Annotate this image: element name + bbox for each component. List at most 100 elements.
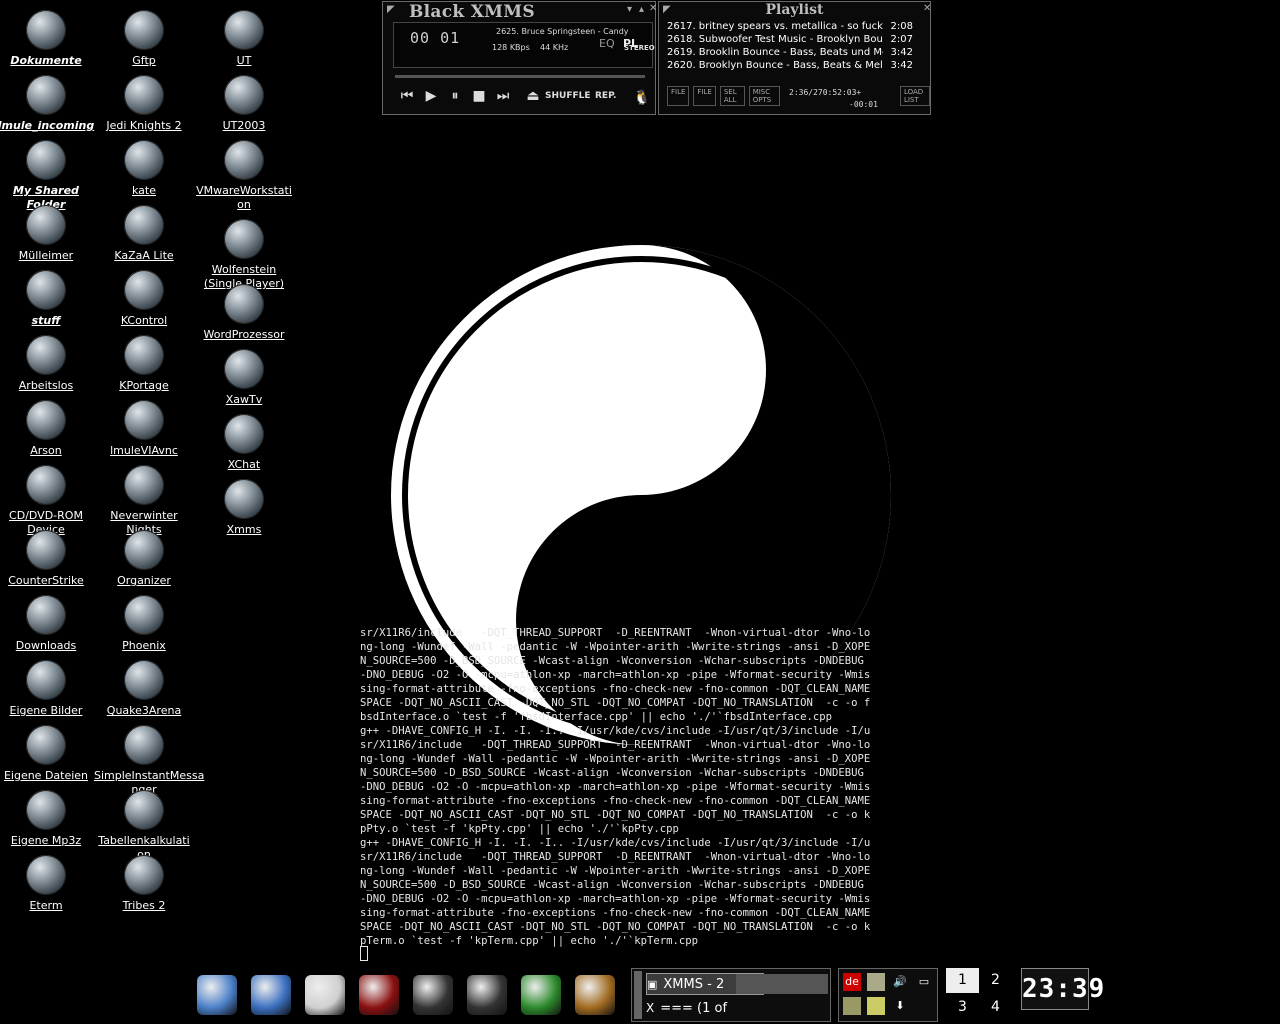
desktop-icon-wolfenstein[interactable]: Wolfenstein (Single Player): [194, 219, 294, 291]
desktop-icon-ut[interactable]: UT2003: [194, 75, 294, 133]
desktop-icon-quake[interactable]: Quake3Arena: [94, 660, 194, 718]
xmms-shade-icon[interactable]: ▴: [639, 4, 644, 15]
xmms-icon[interactable]: [467, 975, 507, 1015]
desktop-icon-ut[interactable]: UT: [194, 10, 294, 68]
desktop-icon-jedi[interactable]: Jedi Knights 2: [94, 75, 194, 133]
desktop-icon-label: Eigene Dateien: [3, 769, 89, 782]
desktop-icon-trash[interactable]: Mülleimer: [0, 205, 96, 263]
desktop-icon-documents[interactable]: Dokumente: [0, 10, 96, 68]
playlist-close-icon[interactable]: ✕: [923, 3, 931, 14]
desktop-icon-label: Eigene Mp3z: [10, 834, 82, 847]
finder-icon[interactable]: [197, 975, 237, 1015]
playlist-button[interactable]: FILE: [667, 86, 690, 106]
desktop-icon-label: XChat: [227, 458, 261, 471]
terminal-line: g++ -DHAVE_CONFIG_H -I. -I. -I.. -I/usr/…: [360, 725, 871, 737]
arson-icon[interactable]: [575, 975, 615, 1015]
desktop-icon-question[interactable]: stuff: [0, 270, 96, 328]
terminal-icon[interactable]: [413, 975, 453, 1015]
xmms-menu-icon[interactable]: ◤: [387, 4, 395, 15]
task-xmms-preview[interactable]: [736, 974, 828, 994]
terminal-line: SPACE -DQT_NO_ASCII_CAST -DQT_NO_STL -DQ…: [360, 809, 871, 821]
desktop-icon-cdrom[interactable]: CD/DVD-ROMDevice: [0, 465, 96, 537]
desktop-icon-home[interactable]: Arbeitslos: [0, 335, 96, 393]
download-icon[interactable]: ⬇: [891, 997, 909, 1015]
previous-icon[interactable]: ⏮: [399, 88, 415, 104]
xmms-playlist-window[interactable]: ◤ Playlist ✕ 2617. britney spears vs. me…: [658, 1, 931, 115]
desktop-icon-spreadsheet[interactable]: Tabellenkalkulation: [94, 790, 194, 862]
desktop-icon-kazaa[interactable]: My Shared Folder: [0, 140, 96, 212]
pager-desktop-2[interactable]: 2: [979, 968, 1012, 993]
desktop-icon-sim[interactable]: SimpleInstantMessanger: [94, 725, 204, 797]
desktop-icon-xchat[interactable]: XChat: [194, 414, 294, 472]
pause-icon[interactable]: ⏸: [447, 88, 463, 104]
taskbar-handle[interactable]: [634, 971, 642, 1019]
keyboard-layout-icon[interactable]: de: [843, 973, 861, 991]
desktop-icon-xmms[interactable]: Xmms: [194, 479, 294, 537]
playlist-button[interactable]: LOAD LIST: [899, 86, 930, 106]
playlist-button[interactable]: SEL ALL: [719, 86, 745, 106]
playlist-button[interactable]: FILE: [693, 86, 716, 106]
calendar-icon[interactable]: [867, 973, 885, 991]
playlist-row[interactable]: 2620. Brooklyn Bounce - Bass, Beats & Me…: [667, 59, 913, 72]
desktop-icon-wordprocessor[interactable]: WordProzessor: [194, 284, 294, 342]
clock[interactable]: 23:39: [1021, 968, 1104, 1010]
desktop-icon-lmule[interactable]: lmuleVIAvnc: [94, 400, 194, 458]
desktop-icon-lmule[interactable]: lmule_incoming: [0, 75, 96, 133]
xmms-eq-toggle[interactable]: EQ: [599, 37, 615, 50]
next-icon[interactable]: ⏭: [495, 88, 511, 104]
stop-icon[interactable]: ■: [471, 88, 487, 104]
desktop-icon-vmware[interactable]: VMwareWorkstati on: [194, 140, 294, 212]
playlist-row[interactable]: 2619. Brooklin Bounce - Bass, Beats und …: [667, 46, 913, 59]
xmms-close-icon[interactable]: ✕: [649, 3, 657, 14]
desktop-icon-counterstrike[interactable]: CounterStrike: [0, 530, 96, 588]
xmms-shuffle-button[interactable]: SHUFFLE: [545, 91, 591, 101]
wolfenstein-icon: [224, 219, 264, 259]
desktop-icon-label: Arbeitslos: [18, 379, 74, 392]
xmms-pl-toggle[interactable]: PL: [623, 37, 638, 50]
terminal-line: pPty.o `test -f 'kpPty.cpp' || echo './'…: [360, 823, 679, 835]
terminal-line: pTerm.o `test -f 'kpTerm.cpp' || echo '.…: [360, 935, 699, 947]
playlist-row[interactable]: 2618. Subwoofer Test Music - Brooklyn Bo…: [667, 33, 913, 46]
tux-icon[interactable]: [305, 975, 345, 1015]
desktop-icon-label: KControl: [120, 314, 168, 327]
playlist-button[interactable]: MISC OPTS: [748, 86, 780, 106]
xmms-repeat-button[interactable]: REP.: [595, 91, 616, 101]
desktop-icon-terminal[interactable]: Eterm: [0, 855, 96, 913]
desktop-icon-kcontrol[interactable]: KControl: [94, 270, 194, 328]
desktop-icon-arson[interactable]: Arson: [0, 400, 96, 458]
xmms-main-window[interactable]: ◤ Black XMMS ▾ ▴ ✕ 00 01 2625. Bruce Spr…: [382, 1, 657, 115]
playlist-row[interactable]: 2617. britney spears vs. metallica - so …: [667, 20, 913, 33]
desktop-icon-tribes[interactable]: Tribes 2: [94, 855, 194, 913]
xmms-time[interactable]: 00 01: [410, 29, 460, 47]
xmms-seek-bar[interactable]: [395, 75, 645, 78]
desktop-icon-organizer[interactable]: Organizer: [94, 530, 194, 588]
phoenix-icon[interactable]: [359, 975, 399, 1015]
playlist-row-duration: 2:07: [890, 34, 913, 45]
note-icon[interactable]: [867, 997, 885, 1015]
eject-icon[interactable]: ⏏: [525, 88, 541, 104]
play-icon[interactable]: ▶: [423, 88, 439, 104]
clipboard-icon[interactable]: [843, 997, 861, 1015]
penguin-icon: [26, 660, 66, 700]
kazaa-icon[interactable]: [521, 975, 561, 1015]
pager-desktop-4[interactable]: 4: [979, 995, 1012, 1020]
desktop-icon-kate[interactable]: kate: [94, 140, 194, 198]
desktop-icon-skull[interactable]: Eigene Dateien: [0, 725, 96, 783]
pager-desktop-1[interactable]: 1: [946, 968, 979, 993]
terminal-output[interactable]: sr/X11R6/include -DQT_THREAD_SUPPORT -D_…: [360, 626, 920, 948]
desktop-icon-kazaa[interactable]: KaZaA Lite: [94, 205, 194, 263]
desktop-icon-mp3[interactable]: Eigene Mp3z: [0, 790, 96, 848]
desktop-icon-neverwinter[interactable]: Neverwinter Nights: [94, 465, 194, 537]
desktop-icon[interactable]: [251, 975, 291, 1015]
task-terminal[interactable]: X === (1 of: [646, 997, 764, 1019]
pager-desktop-3[interactable]: 3: [946, 995, 979, 1020]
desktop-icon-downloads[interactable]: Downloads: [0, 595, 96, 653]
desktop-icon-phoenix[interactable]: Phoenix: [94, 595, 194, 653]
xmms-minimize-icon[interactable]: ▾: [627, 4, 632, 15]
speaker-icon[interactable]: 🔊: [891, 973, 909, 991]
desktop-icon-tv[interactable]: XawTv: [194, 349, 294, 407]
desktop-icon-gftp[interactable]: Gftp: [94, 10, 194, 68]
desktop-icon-portage[interactable]: KPortage: [94, 335, 194, 393]
desktop-icon-penguin[interactable]: Eigene Bilder: [0, 660, 96, 718]
monitor-icon[interactable]: ▭: [915, 973, 933, 991]
